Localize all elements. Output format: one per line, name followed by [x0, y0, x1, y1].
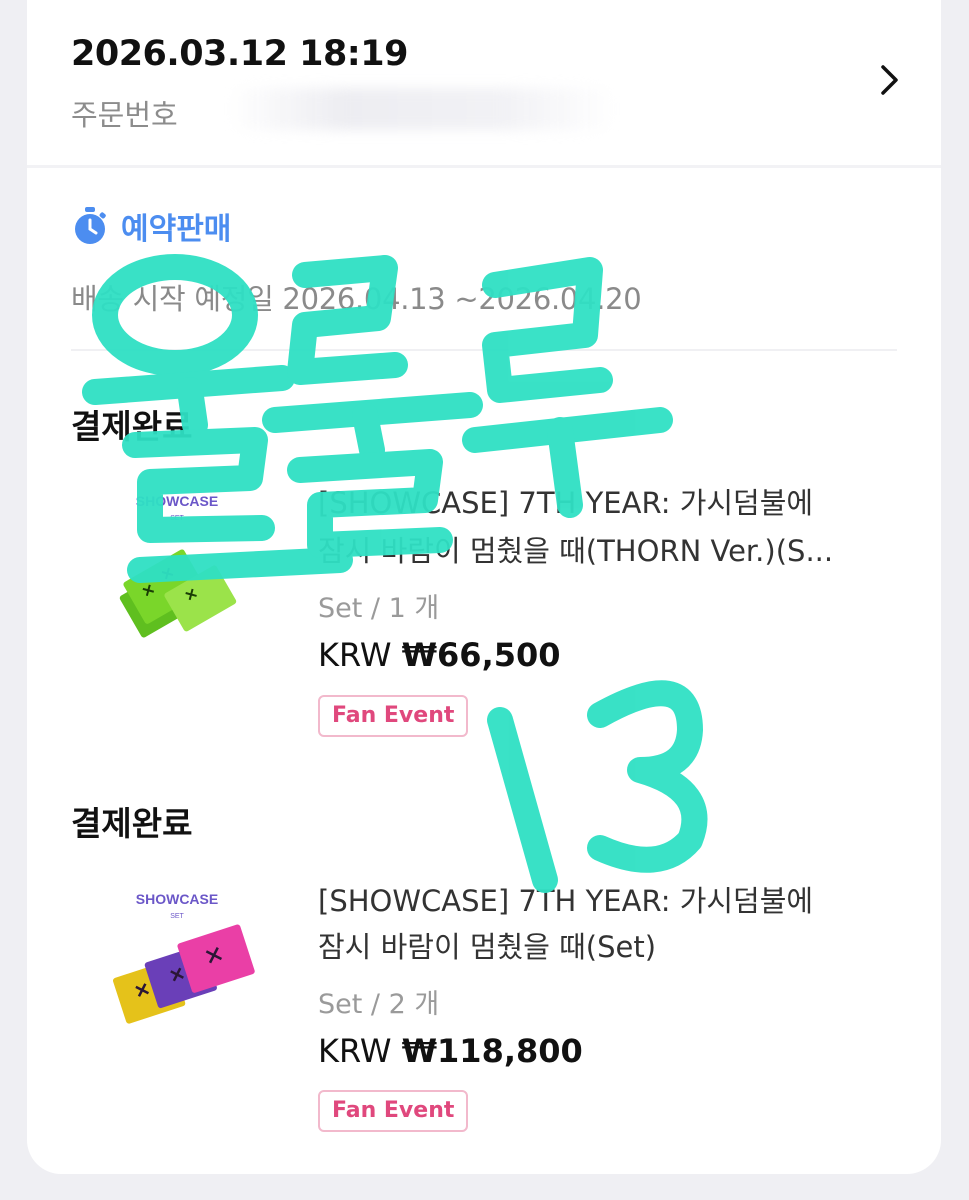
- stopwatch-icon: [75, 207, 106, 244]
- product-price: KRW ₩66,500: [318, 636, 561, 674]
- product-name-line-1[interactable]: [SHOWCASE] 7TH YEAR: 가시덤불에: [318, 878, 903, 924]
- order-number-redacted: [227, 88, 617, 130]
- thumbnail-title: SHOWCASE: [136, 493, 218, 509]
- section-divider: [27, 165, 941, 168]
- product-thumbnail[interactable]: SHOWCASE SET: [97, 874, 297, 1074]
- product-option: Set / 1 개: [318, 593, 440, 624]
- price-amount: ₩118,800: [401, 1032, 583, 1070]
- chevron-right-icon[interactable]: [871, 62, 907, 98]
- product-option: Set / 2 개: [318, 989, 440, 1020]
- price-currency: KRW: [318, 636, 392, 674]
- payment-status: 결제완료: [71, 407, 193, 446]
- thumbnail-title: SHOWCASE: [136, 891, 218, 907]
- product-name-line-2[interactable]: 잠시 바람이 멈췄을 때(Set): [318, 924, 903, 970]
- presale-section: 예약판매: [71, 204, 231, 248]
- product-thumbnail[interactable]: SHOWCASE SET: [97, 478, 297, 678]
- product-name-line-1[interactable]: [SHOWCASE] 7TH YEAR: 가시덤불에: [318, 480, 903, 526]
- order-number-label: 주문번호: [71, 98, 178, 132]
- price-currency: KRW: [318, 1032, 392, 1070]
- product-name-line-2[interactable]: 잠시 바람이 멈췄을 때(THORN Ver.)(S...: [318, 528, 903, 574]
- product-price: KRW ₩118,800: [318, 1032, 583, 1070]
- thumbnail-subtitle: SET: [170, 515, 184, 522]
- fan-event-badge: Fan Event: [318, 695, 469, 737]
- order-card: 2026.03.12 18:19 주문번호 예약판매 배송 시작 예정일 202…: [27, 0, 941, 1174]
- payment-status: 결제완료: [71, 804, 193, 843]
- section-divider: [71, 349, 897, 351]
- presale-label: 예약판매: [121, 212, 232, 247]
- order-datetime: 2026.03.12 18:19: [71, 34, 409, 74]
- thumbnail-subtitle: SET: [170, 913, 184, 920]
- fan-event-badge: Fan Event: [318, 1090, 469, 1132]
- price-amount: ₩66,500: [401, 636, 561, 674]
- ship-date: 배송 시작 예정일 2026.04.13 ~2026.04.20: [71, 282, 642, 316]
